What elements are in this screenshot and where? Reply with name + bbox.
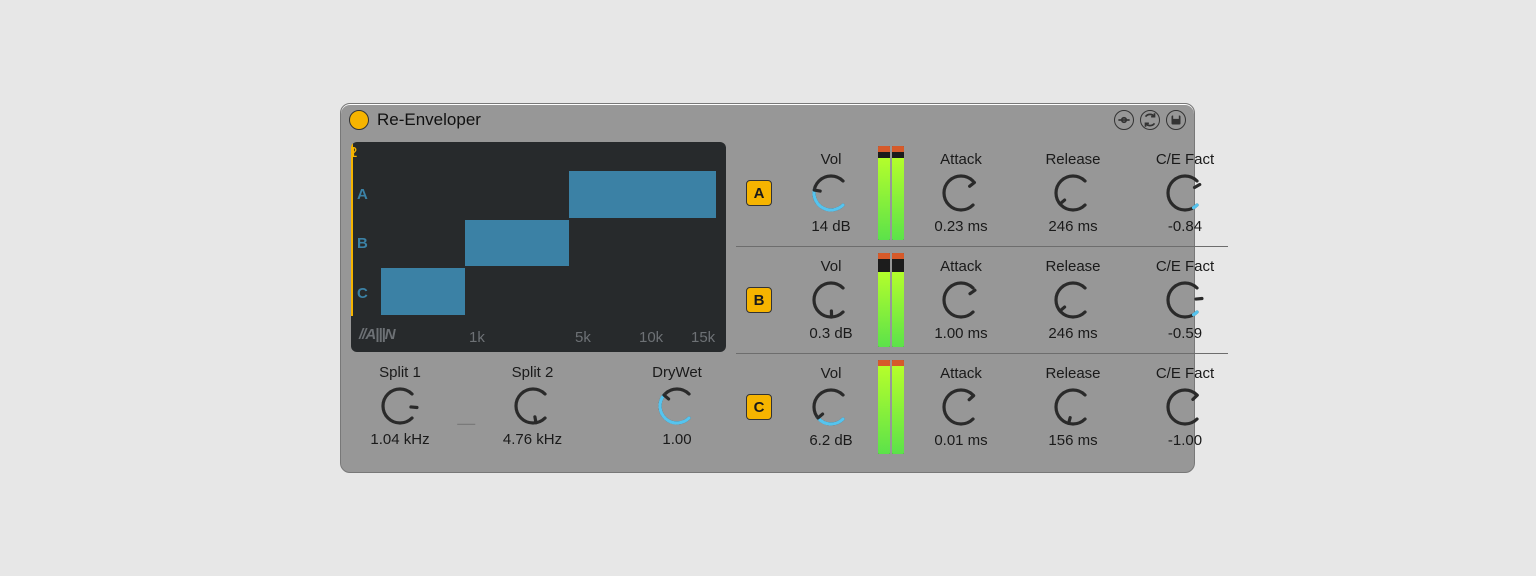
attack-value: 0.23 ms	[934, 218, 987, 235]
split1-knob[interactable]	[379, 385, 421, 427]
xaxis-tick: 5k	[575, 329, 591, 346]
vol-label: Vol	[821, 151, 842, 168]
cefact-label: C/E Fact	[1156, 365, 1214, 382]
brand-logo: //A|||N	[359, 326, 395, 343]
split2-label: Split 2	[512, 364, 554, 381]
vol-knob-c[interactable]	[810, 386, 852, 428]
attack-label: Attack	[940, 365, 982, 382]
title-bar: Re-Enveloper	[341, 104, 1194, 134]
cefact-knob-c[interactable]	[1164, 386, 1206, 428]
vol-value: 14 dB	[811, 218, 850, 235]
band-toggle-b[interactable]: B	[746, 287, 772, 313]
spectrum-bar-a	[569, 171, 716, 218]
release-value: 246 ms	[1048, 218, 1097, 235]
split-marker-2[interactable]: 2	[351, 142, 353, 316]
split-controls: Split 1 1.04 kHz — Split 2 4.76 kHz	[351, 364, 726, 448]
save-icon[interactable]	[1166, 110, 1186, 130]
release-knob-b[interactable]	[1052, 279, 1094, 321]
spectrum-bar-b	[465, 220, 569, 267]
band-row-c: C Vol 6.2 dB Attack 0.01 ms Release 156 ms C…	[736, 354, 1228, 460]
split1-value: 1.04 kHz	[370, 431, 429, 448]
vol-label: Vol	[821, 258, 842, 275]
band-toggle-a[interactable]: A	[746, 180, 772, 206]
spectrum-bars	[381, 170, 716, 316]
xaxis-tick: 15k	[691, 329, 715, 346]
xaxis-tick: 1k	[469, 329, 485, 346]
cefact-knob-b[interactable]	[1164, 279, 1206, 321]
level-meter-a	[878, 146, 904, 240]
bands-panel: A Vol 14 dB Attack 0.23 ms Release 246 ms C/…	[736, 134, 1238, 472]
drywet-knob[interactable]	[656, 385, 698, 427]
spectrum-display[interactable]: A B C 1 2 //A	[351, 142, 726, 352]
drywet-value: 1.00	[662, 431, 691, 448]
attack-label: Attack	[940, 258, 982, 275]
split-link-icon[interactable]: —	[457, 413, 475, 434]
spectrum-label-c: C	[357, 285, 379, 302]
band-row-a: A Vol 14 dB Attack 0.23 ms Release 246 ms C/…	[736, 140, 1228, 247]
left-panel: A B C 1 2 //A	[341, 134, 736, 472]
cefact-value: -0.84	[1168, 218, 1202, 235]
cefact-value: -0.59	[1168, 325, 1202, 342]
attack-value: 1.00 ms	[934, 325, 987, 342]
vol-value: 6.2 dB	[809, 432, 852, 449]
band-row-b: B Vol 0.3 dB Attack 1.00 ms Release 246 ms C…	[736, 247, 1228, 354]
attack-knob-a[interactable]	[940, 172, 982, 214]
attack-knob-b[interactable]	[940, 279, 982, 321]
drywet-label: DryWet	[652, 364, 702, 381]
release-label: Release	[1045, 365, 1100, 382]
spectrum-label-a: A	[357, 186, 379, 203]
split2-knob[interactable]	[512, 385, 554, 427]
release-label: Release	[1045, 151, 1100, 168]
attack-label: Attack	[940, 151, 982, 168]
cefact-label: C/E Fact	[1156, 258, 1214, 275]
split2-value: 4.76 kHz	[503, 431, 562, 448]
device-window: Re-Enveloper A B C	[340, 103, 1195, 473]
spectrum-label-b: B	[357, 235, 379, 252]
cefact-label: C/E Fact	[1156, 151, 1214, 168]
level-meter-b	[878, 253, 904, 347]
release-label: Release	[1045, 258, 1100, 275]
vol-knob-a[interactable]	[810, 172, 852, 214]
refresh-icon[interactable]	[1140, 110, 1160, 130]
release-value: 156 ms	[1048, 432, 1097, 449]
band-params: Attack 0.23 ms Release 246 ms C/E Fact -0.…	[918, 151, 1228, 235]
xaxis-tick: 10k	[639, 329, 663, 346]
split1-label: Split 1	[379, 364, 421, 381]
device-activator[interactable]	[349, 110, 369, 130]
spectrum-row-labels: A B C	[357, 170, 379, 318]
release-knob-a[interactable]	[1052, 172, 1094, 214]
collapse-icon[interactable]	[1114, 110, 1134, 130]
vol-value: 0.3 dB	[809, 325, 852, 342]
cefact-value: -1.00	[1168, 432, 1202, 449]
release-value: 246 ms	[1048, 325, 1097, 342]
band-params: Attack 1.00 ms Release 246 ms C/E Fact -0.…	[918, 258, 1228, 342]
band-params: Attack 0.01 ms Release 156 ms C/E Fact -1.…	[918, 365, 1228, 449]
band-toggle-c[interactable]: C	[746, 394, 772, 420]
release-knob-c[interactable]	[1052, 386, 1094, 428]
cefact-knob-a[interactable]	[1164, 172, 1206, 214]
device-title: Re-Enveloper	[377, 110, 481, 130]
vol-label: Vol	[821, 365, 842, 382]
spectrum-bar-c	[381, 268, 465, 315]
vol-knob-b[interactable]	[810, 279, 852, 321]
level-meter-c	[878, 360, 904, 454]
attack-value: 0.01 ms	[934, 432, 987, 449]
attack-knob-c[interactable]	[940, 386, 982, 428]
